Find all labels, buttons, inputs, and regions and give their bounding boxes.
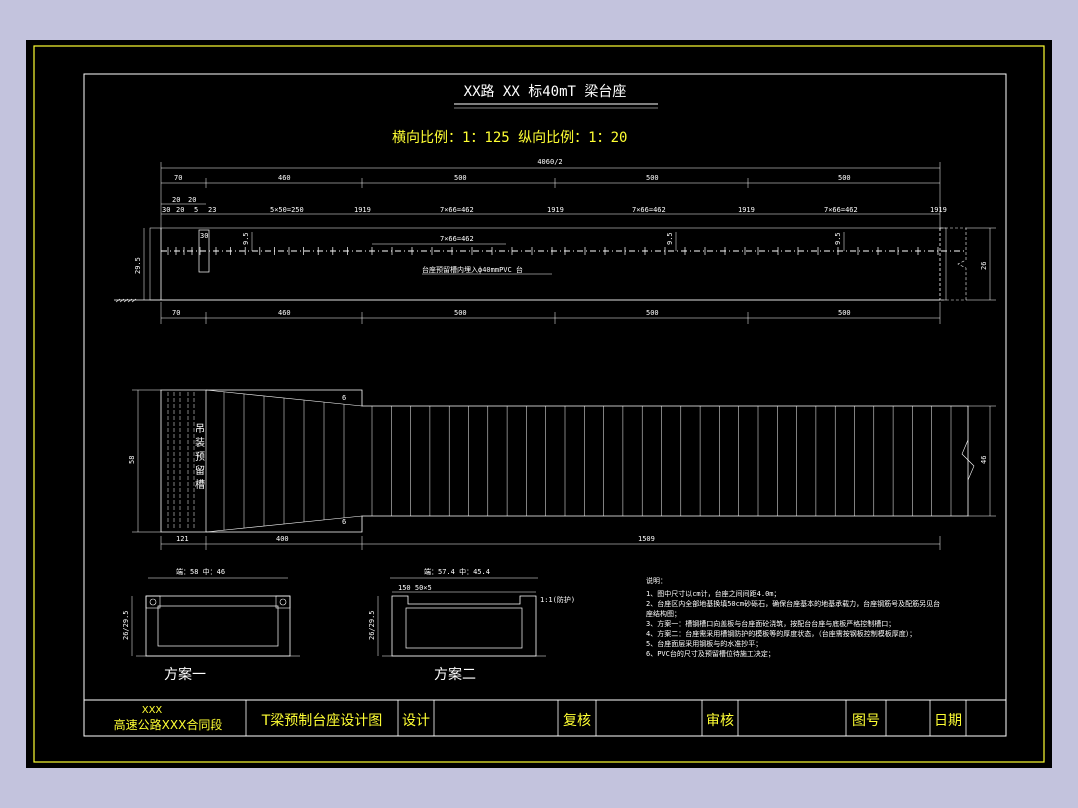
note-line-3: 座结构图； [646,609,681,618]
scale-text: 横向比例：1：125 纵向比例：1：20 [392,130,627,146]
dim-sub-462c: 7×66=462 [824,206,858,214]
dim-seg-1: 70 [174,174,182,182]
dim-sub-250: 5×50=250 [270,206,304,214]
section1-dim-left: 26/29.5 [122,610,130,640]
pvc-note: 台座预留槽内埋入ф40mmPVC 台 [422,265,523,274]
dim-bottom-3: 500 [454,309,467,317]
dim-bottom-1: 70 [172,309,180,317]
section1-pipe-right [279,598,287,606]
org-line-2: 高速公路XXX合同段 [114,717,223,732]
note-line-7: 6、PVC台的尺寸及预留槽位待施工决定； [646,649,775,658]
dim-sub-1919d: 1919 [930,206,947,214]
dim-seg-5: 500 [838,174,851,182]
dim-sub-20a: 20 [172,196,180,204]
drawing-name: T梁预制台座设计图 [261,713,383,729]
tag-2: 9.5 [666,232,674,245]
section2-side-note: 1:1(防护) [540,595,575,604]
dim-bottom-5: 500 [838,309,851,317]
dim-total: 4060/2 [537,158,562,166]
org-line-1: XXX [142,705,163,716]
label-audit: 审核 [706,713,734,729]
tag-1: 9.5 [242,232,250,245]
dim-sub-20c: 20 [176,206,184,214]
plan-dim-1509: 1509 [638,535,655,543]
dim-inner: 7×66=462 [440,235,474,243]
plan-dim-left: 58 [128,456,136,464]
ground-hatch [115,298,137,303]
tag-3: 9.5 [834,232,842,245]
plan-view: 6 6 吊装预留槽 58 46 121 400 1509 [128,389,996,550]
dim-sub-462b: 7×66=462 [632,206,666,214]
dim-sub-30: 30 [162,206,170,214]
plan-outline [160,389,969,533]
dim-sub-1919a: 1919 [354,206,371,214]
plan-dim-400: 400 [276,535,289,543]
note-line-6: 5、台座面层采用钢板与的水准抄平； [646,639,762,648]
section2-trough [405,607,523,649]
dim-sub-20b: 20 [188,196,196,204]
dim-sub-1919c: 1919 [738,206,755,214]
section2-top-label: 端：57.4 中：45.4 [424,567,490,576]
section1-pipe-left [149,598,157,606]
dim-sub-462a: 7×66=462 [440,206,474,214]
label-drawing-no: 图号 [852,713,880,729]
plan-vertical-label: 吊装预留槽 [195,423,205,491]
plan-dim-121: 121 [176,535,189,543]
label-design: 设计 [402,713,430,729]
drawing-sheet: XX路 XX 标40mT 梁台座 横向比例：1：125 纵向比例：1：20 40… [26,40,1052,768]
elevation-outline [149,227,947,301]
title-block: XXX 高速公路XXX合同段 T梁预制台座设计图 设计 复核 审核 图号 日期 [84,699,1006,736]
section1-trough [157,605,279,647]
elevation-view: 4060/2 70 460 500 500 500 20 20 30 20 5 … [114,158,996,324]
section2-caption: 方案二 [434,666,476,683]
dim-sub-23: 23 [208,206,216,214]
section-option-2: 端：57.4 中：45.4 150 50×5 1:1(防护) 26/29.5 方… [368,567,575,683]
plan-dim-right: 46 [980,456,988,464]
end-block-label: 30 [200,232,208,240]
plan-note-top: 6 [342,394,346,402]
dim-left-height: 29.5 [134,257,142,274]
dim-sub-1919b: 1919 [547,206,564,214]
note-line-2: 2、台座区内全部地基换填50cm砂砾石，确保台座基本的地基承载力，台座钢筋号及配… [646,599,940,608]
section1-caption: 方案一 [164,666,206,683]
note-line-5: 4、方案二：台座需采用槽钢防护的模板等的厚度状态，（台座需按钢板控制模板厚度）； [646,629,916,638]
note-line-4: 3、方案一：槽钢槽口向盖板与台座面砼浇筑，按配台台座与底板严格控制槽口； [646,619,895,628]
plan-transverse-lines [167,390,952,532]
cad-drawing: XX路 XX 标40mT 梁台座 横向比例：1：125 纵向比例：1：20 40… [33,45,1045,763]
dim-right-height: 26 [980,262,988,270]
section2-small-dim: 150 50×5 [398,584,432,592]
section-option-1: 端：58 中：46 26/29.5 方案一 [122,567,300,683]
section2-body [391,595,537,657]
notes-block: 说明： 1、图中尺寸以cm计，台座之间间距4.0m； 2、台座区内全部地基换填5… [646,576,940,658]
dim-bottom-4: 500 [646,309,659,317]
outer-frame [33,45,1045,763]
dim-seg-2: 460 [278,174,291,182]
drawing-title: XX路 XX 标40mT 梁台座 [464,84,627,100]
label-date: 日期 [934,713,962,729]
break-symbol [940,227,967,301]
notes-heading: 说明： [646,576,667,585]
dim-bottom-2: 460 [278,309,291,317]
label-review: 复核 [563,712,591,729]
section1-body [145,595,291,657]
dim-seg-4: 500 [646,174,659,182]
section1-top-label: 端：58 中：46 [176,567,225,576]
dim-seg-3: 500 [454,174,467,182]
section2-dim-left: 26/29.5 [368,610,376,640]
dim-sub-5: 5 [194,206,198,214]
plan-note-bottom: 6 [342,518,346,526]
note-line-1: 1、图中尺寸以cm计，台座之间间距4.0m； [646,589,781,598]
plan-vertical-label-text: 吊装预留槽 [195,423,205,491]
